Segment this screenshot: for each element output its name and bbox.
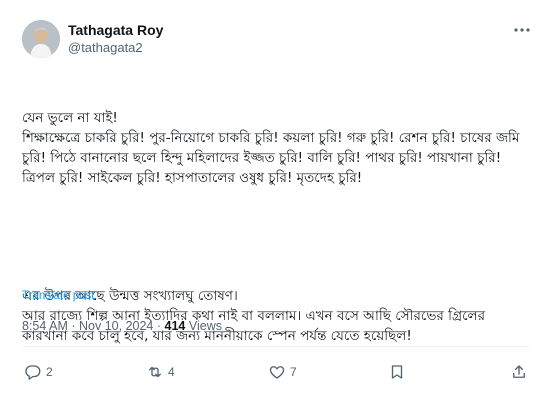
views-count: 414	[164, 319, 186, 333]
views-label: Views	[188, 319, 222, 333]
author-avatar[interactable]	[22, 20, 60, 58]
reply-button[interactable]: 2	[24, 360, 53, 384]
bookmark-button[interactable]	[388, 360, 406, 384]
like-icon	[269, 366, 285, 379]
tweet-paragraph: এর উপর আছে উন্মত্ত সংখ্যালঘু তোষণ। আর রা…	[22, 288, 485, 344]
tweet-time[interactable]: 8:54 AM	[22, 319, 68, 333]
like-count: 7	[290, 365, 297, 379]
author-handle[interactable]: @tathagata2	[68, 40, 143, 55]
divider	[22, 346, 530, 347]
author-name[interactable]: Tathagata Roy	[68, 22, 163, 38]
translate-post-link[interactable]: Translate post	[22, 290, 94, 302]
meta-separator: ·	[71, 319, 76, 333]
action-bar: 2 4 7	[22, 360, 530, 384]
meta-separator: ·	[156, 319, 162, 333]
repost-button[interactable]: 4	[146, 360, 175, 384]
share-icon	[513, 365, 525, 378]
share-button[interactable]	[510, 360, 528, 384]
tweet-paragraph: যেন ভুলে না যাই! শিক্ষাক্ষেত্রে চাকরি চু…	[22, 110, 520, 186]
tweet-card: Tathagata Roy @tathagata2 যেন ভুলে না যা…	[0, 0, 544, 407]
like-button[interactable]: 7	[268, 360, 297, 384]
tweet-date[interactable]: Nov 10, 2024	[79, 319, 153, 333]
reply-count: 2	[46, 365, 53, 379]
reply-icon	[25, 365, 41, 380]
more-icon[interactable]	[512, 20, 532, 40]
repost-count: 4	[168, 365, 175, 379]
avatar-image	[22, 20, 60, 58]
bookmark-icon	[391, 365, 403, 379]
tweet-meta: 8:54 AM · Nov 10, 2024 · 414 Views	[22, 319, 222, 333]
tweet-header: Tathagata Roy @tathagata2	[22, 18, 532, 62]
tweet-text: যেন ভুলে না যাই! শিক্ষাক্ষেত্রে চাকরি চু…	[22, 68, 534, 386]
repost-icon	[149, 366, 161, 378]
